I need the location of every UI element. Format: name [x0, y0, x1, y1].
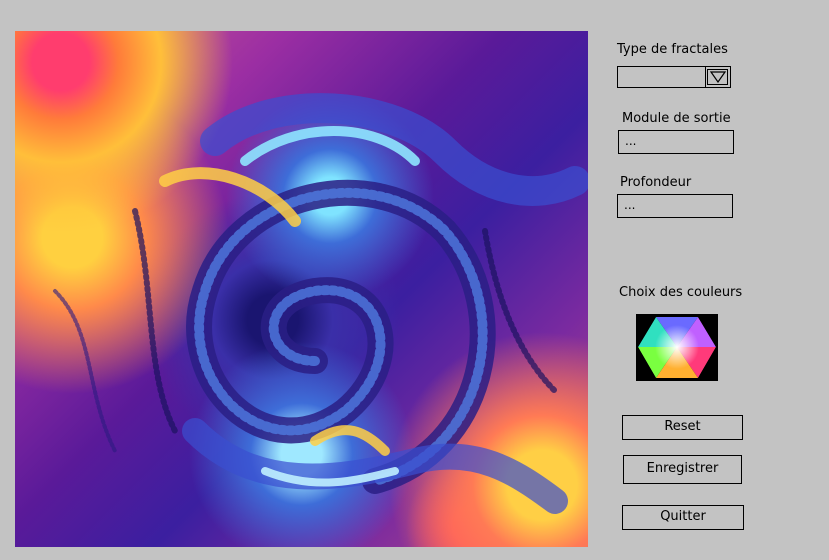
color-picker[interactable] — [636, 314, 718, 381]
fractal-canvas — [15, 31, 588, 547]
dropdown-button[interactable] — [705, 67, 730, 87]
quit-button[interactable]: Quitter — [622, 505, 744, 530]
output-module-label: Module de sortie — [622, 111, 731, 126]
fractal-spiral-art — [53, 93, 588, 514]
reset-button[interactable]: Reset — [622, 415, 743, 440]
fractal-type-label: Type de fractales — [617, 42, 728, 57]
depth-label: Profondeur — [620, 175, 692, 190]
fractal-type-select[interactable] — [617, 66, 731, 88]
depth-field[interactable]: ... — [617, 194, 733, 218]
triangle-down-icon — [710, 71, 726, 83]
save-button[interactable]: Enregistrer — [623, 455, 742, 484]
output-module-field[interactable]: ... — [618, 130, 734, 154]
colors-label: Choix des couleurs — [619, 285, 743, 300]
color-wheel-icon — [638, 317, 716, 378]
